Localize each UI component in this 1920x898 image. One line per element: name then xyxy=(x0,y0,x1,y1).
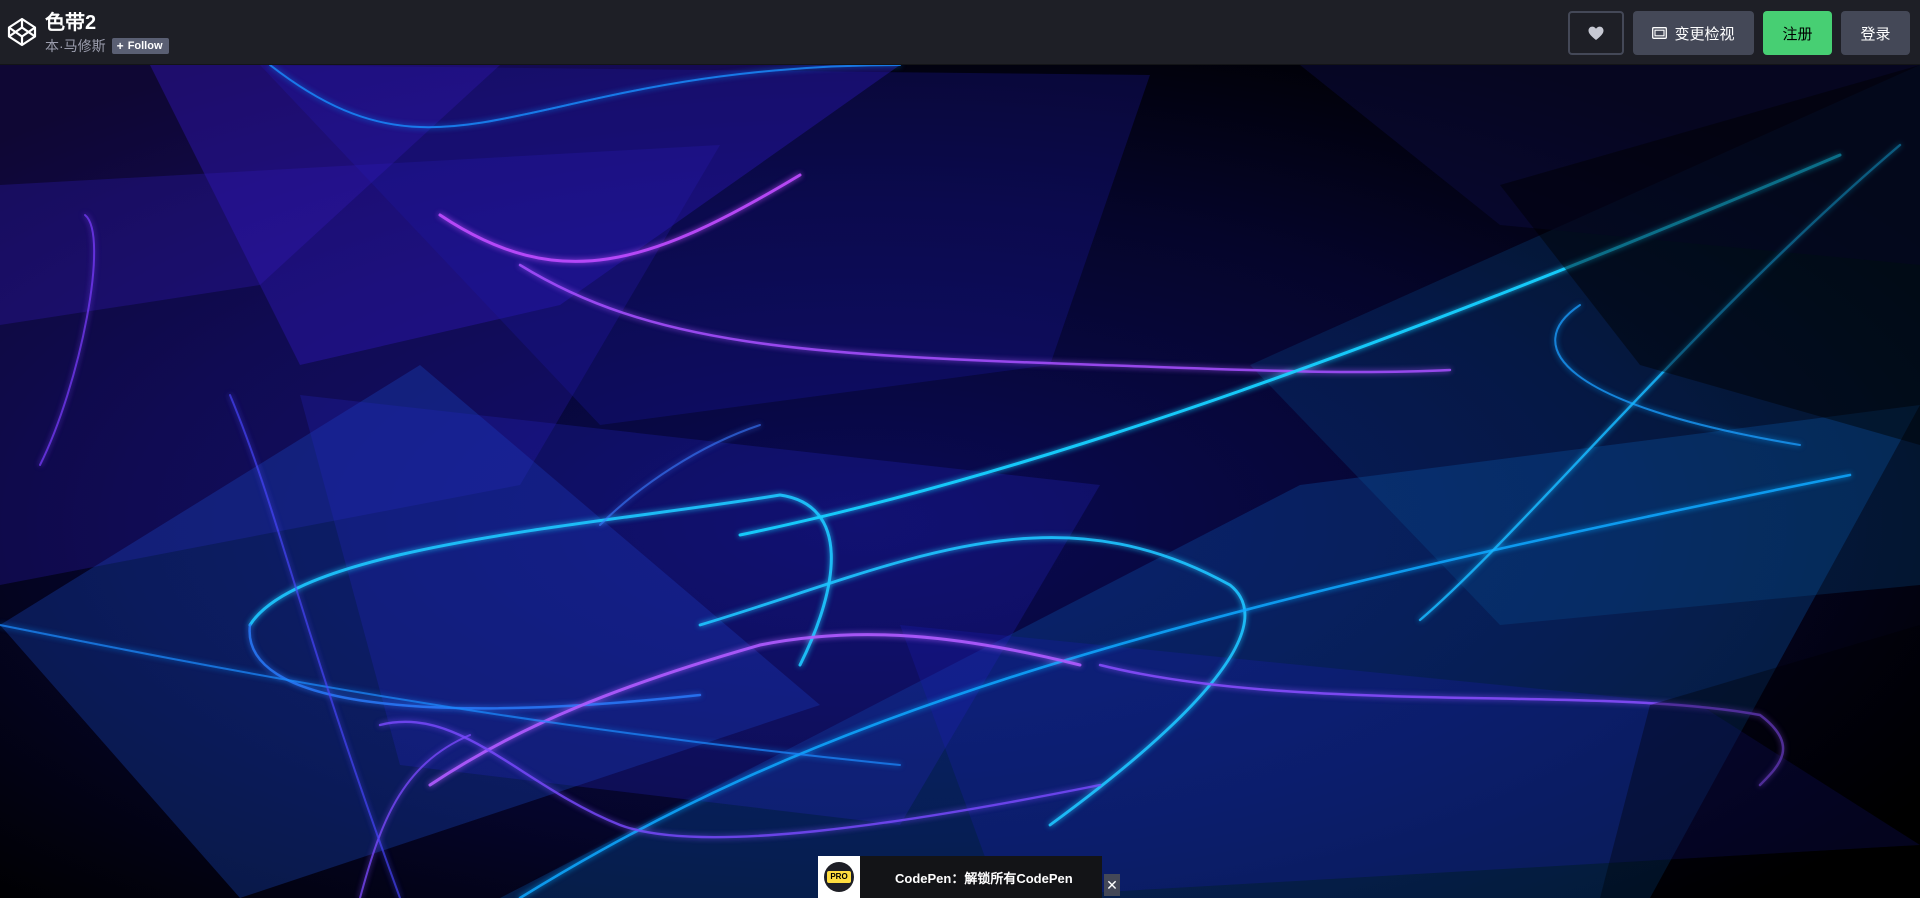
pro-promo-banner[interactable]: PRO CodePen：解锁所有CodePen xyxy=(818,856,1102,898)
change-view-button[interactable]: 变更检视 xyxy=(1633,11,1754,55)
pen-title-block: 色带2 本·马修斯 + Follow xyxy=(45,10,169,55)
codepen-logo-icon[interactable] xyxy=(6,16,38,48)
pro-badge: PRO xyxy=(818,856,860,898)
signup-button[interactable]: 注册 xyxy=(1763,11,1832,55)
pro-badge-text: PRO xyxy=(827,871,851,883)
pen-preview-canvas[interactable] xyxy=(0,65,1920,898)
author-row: 本·马修斯 + Follow xyxy=(45,37,169,55)
pen-header: 色带2 本·马修斯 + Follow 变更检视 注册 登录 xyxy=(0,0,1920,65)
plus-icon: + xyxy=(116,39,124,53)
heart-icon xyxy=(1588,26,1604,40)
pen-title: 色带2 xyxy=(45,12,97,34)
login-button[interactable]: 登录 xyxy=(1841,11,1910,55)
close-icon[interactable]: ✕ xyxy=(1104,874,1120,896)
follow-label: Follow xyxy=(127,40,163,52)
pro-badge-circle: PRO xyxy=(824,862,854,892)
follow-button[interactable]: + Follow xyxy=(111,38,169,54)
color-ribbons-artwork xyxy=(0,65,1920,898)
author-link[interactable]: 本·马修斯 xyxy=(45,37,106,55)
view-change-icon xyxy=(1652,27,1668,39)
promo-text: CodePen：解锁所有CodePen xyxy=(895,870,1073,886)
change-view-label: 变更检视 xyxy=(1674,25,1735,43)
heart-button[interactable] xyxy=(1568,11,1624,55)
